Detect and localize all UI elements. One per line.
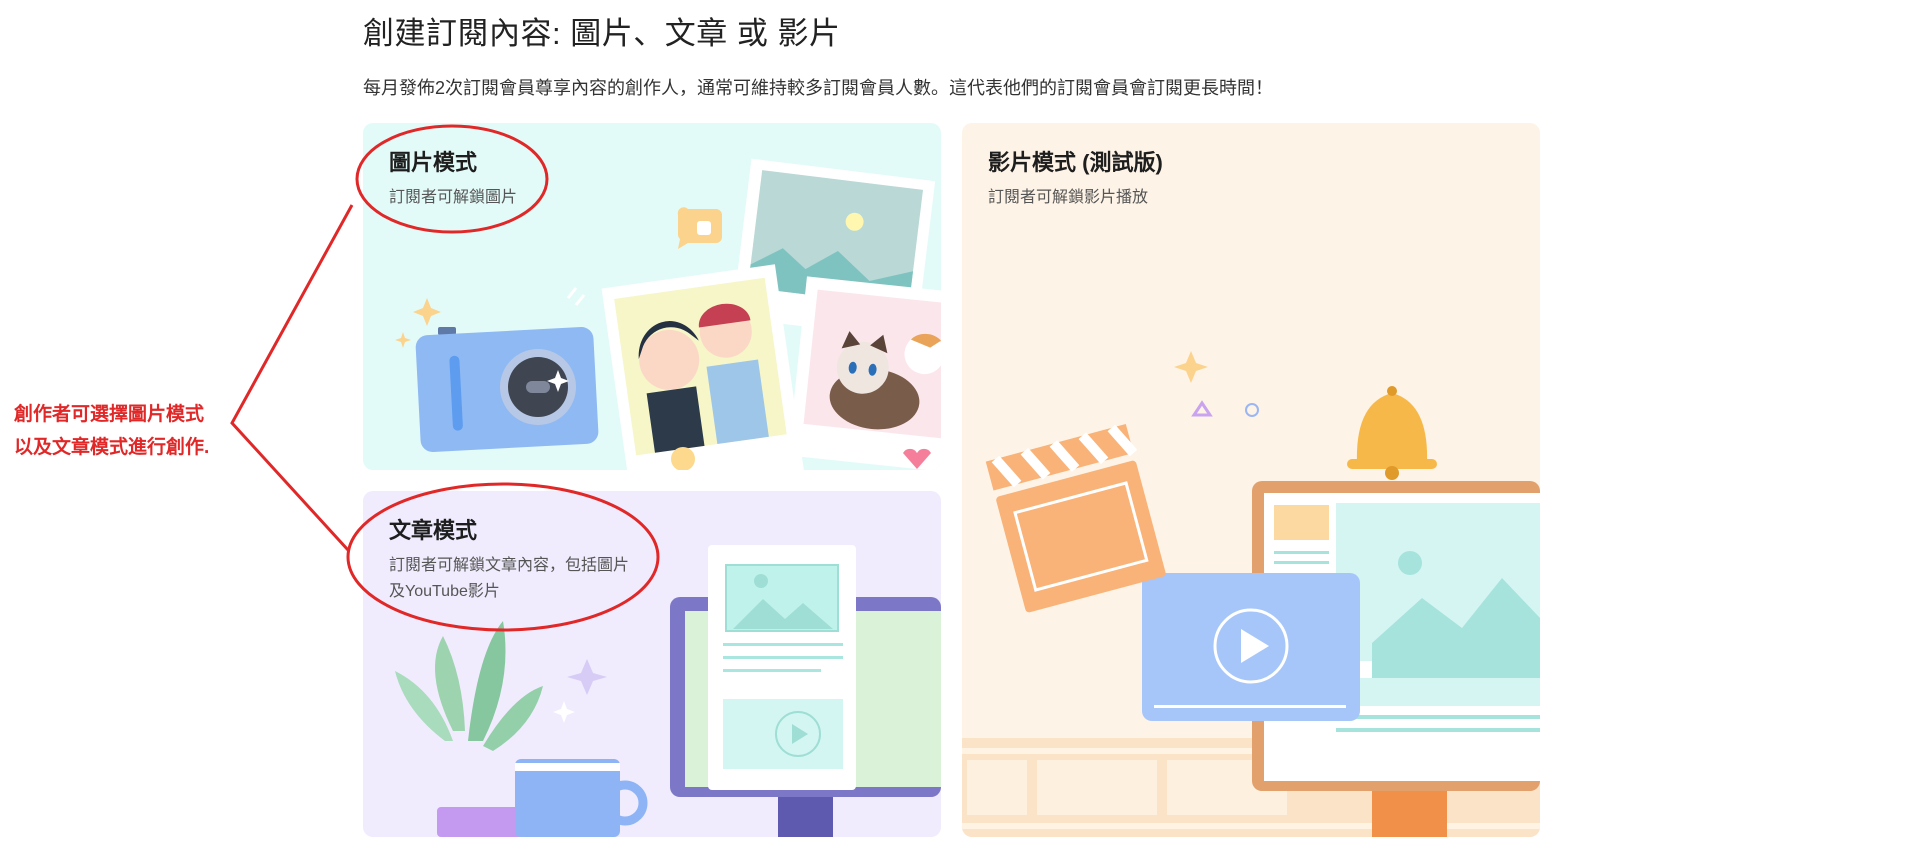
photo-mode-title: 圖片模式 bbox=[389, 150, 478, 175]
annotation-overlay bbox=[230, 124, 660, 632]
annotation-note-line1: 創作者可選擇圖片模式 bbox=[14, 404, 205, 425]
camera-icon bbox=[415, 327, 599, 452]
page-title: 創建訂閱內容: 圖片、文章 或 影片 bbox=[363, 16, 841, 51]
video-mode-illustration bbox=[962, 351, 1540, 837]
video-mode-title: 影片模式 (測試版) bbox=[988, 150, 1163, 175]
video-mode-subtitle: 訂閱者可解鎖影片播放 bbox=[988, 189, 1149, 206]
photo-mode-subtitle: 訂閱者可解鎖圖片 bbox=[389, 189, 518, 206]
photo-mode-card[interactable]: 圖片模式 訂閱者可解鎖圖片 bbox=[363, 123, 941, 470]
article-mode-title: 文章模式 bbox=[389, 518, 478, 543]
article-mode-subtitle-line2: 及YouTube影片 bbox=[389, 583, 500, 600]
annotation-bracket bbox=[230, 204, 354, 552]
article-mode-subtitle-line1: 訂閱者可解鎖文章內容，包括圖片 bbox=[389, 557, 630, 574]
thumbs-up-icon bbox=[677, 207, 722, 249]
annotation-note: 創作者可選擇圖片模式 以及文章模式進行創作. bbox=[14, 398, 209, 464]
annotation-note-line2: 以及文章模式進行創作. bbox=[14, 437, 210, 458]
video-mode-card[interactable]: 影片模式 (測試版) 訂閱者可解鎖影片播放 bbox=[962, 123, 1540, 837]
bell-icon bbox=[1347, 386, 1437, 480]
page-description: 每月發佈2次訂閱會員尊享內容的創作人，通常可維持較多訂閱會員人數。這代表他們的訂… bbox=[363, 78, 1274, 98]
article-mode-subtitle: 訂閱者可解鎖文章內容，包括圖片 及YouTube影片 bbox=[389, 553, 629, 605]
article-mode-card[interactable]: 文章模式 訂閱者可解鎖文章內容，包括圖片 及YouTube影片 bbox=[363, 491, 941, 837]
